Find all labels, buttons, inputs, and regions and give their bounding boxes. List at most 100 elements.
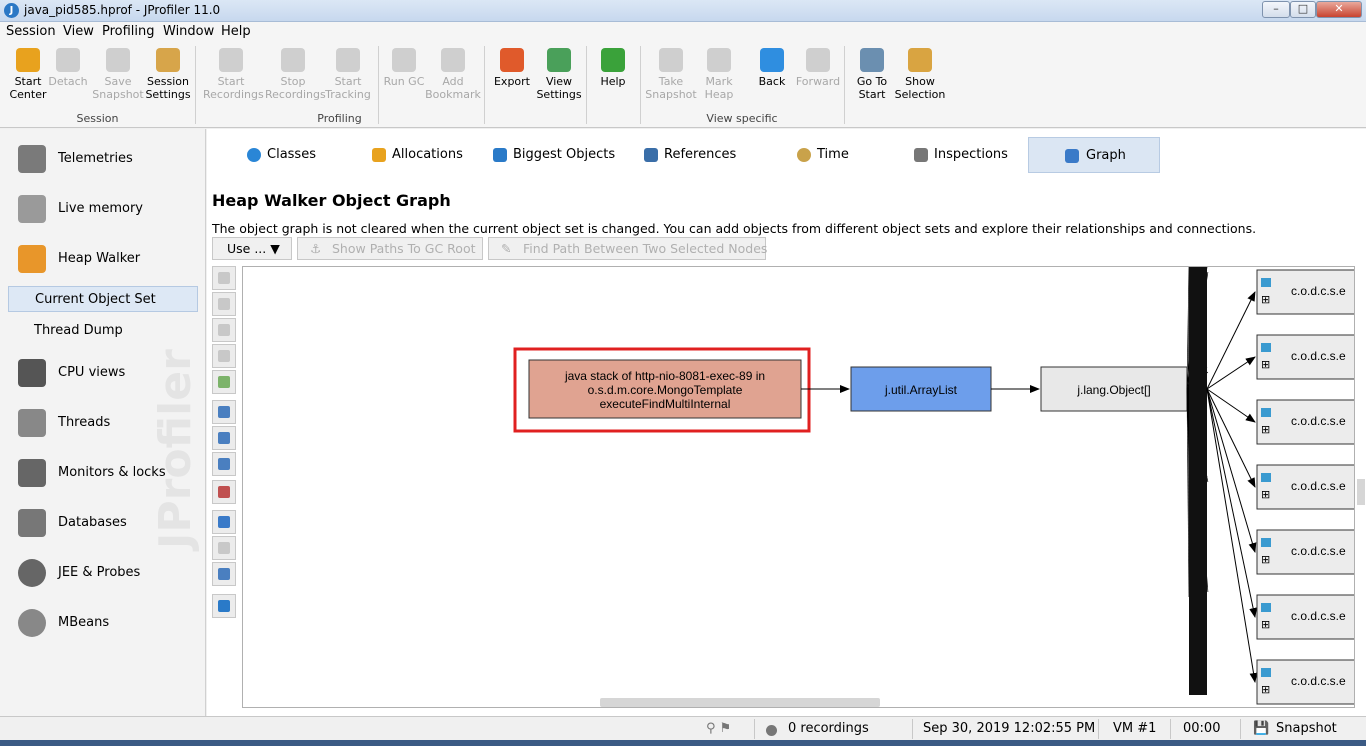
- mark-heap-button[interactable]: Mark Heap: [691, 46, 747, 108]
- save-snapshot-button[interactable]: Save Snapshot: [90, 46, 146, 108]
- zoom-out-tool-button[interactable]: [212, 426, 236, 450]
- redo-tool-button[interactable]: [212, 536, 236, 560]
- maximize-button[interactable]: □: [1290, 1, 1316, 18]
- sidebar-subitem-thread-dump[interactable]: Thread Dump: [8, 318, 198, 344]
- toolbar-label: View: [545, 75, 573, 88]
- layout-tool-button[interactable]: [212, 344, 236, 368]
- find-path-button[interactable]: ✎ Find Path Between Two Selected Nodes: [488, 237, 767, 260]
- sidebar-item-jee-probes[interactable]: JEE & Probes: [0, 555, 206, 591]
- toolbar-label: Recordings: [203, 88, 264, 101]
- sidebar-item-databases[interactable]: Databases: [0, 505, 206, 541]
- elapsed-time: 00:00: [1183, 721, 1221, 736]
- sidebar-item-mbeans[interactable]: MBeans: [0, 605, 206, 641]
- arraylist-node[interactable]: j.util.ArrayList: [850, 366, 992, 412]
- sidebar-item-label: Databases: [58, 515, 127, 530]
- sidebar-item-live-memory[interactable]: Live memory: [0, 191, 206, 227]
- horizontal-scrollbar[interactable]: [600, 698, 880, 707]
- add-node-tool-button[interactable]: [212, 266, 236, 290]
- tab-inspections[interactable]: Inspections: [914, 137, 1034, 173]
- delete-icon: [218, 324, 230, 336]
- view-settings-icon: [547, 48, 571, 72]
- object-graph-canvas[interactable]: java stack of http-nio-8081-exec-89 in o…: [242, 266, 1355, 708]
- menu-window[interactable]: Window: [163, 24, 214, 39]
- stop-recordings-button[interactable]: Stop Recordings: [265, 46, 326, 108]
- child-node-label: c.o.d.c.s.e: [1291, 609, 1346, 623]
- expand-icon[interactable]: ⊞: [1261, 488, 1270, 501]
- sidebar-item-cpu-views[interactable]: CPU views: [0, 355, 206, 391]
- select-area-tool-button[interactable]: [212, 480, 236, 504]
- close-button[interactable]: ✕: [1316, 1, 1362, 18]
- mbeans-icon: [18, 609, 46, 637]
- expand-icon[interactable]: ⊞: [1261, 553, 1270, 566]
- expand-icon[interactable]: ⊞: [1261, 423, 1270, 436]
- add-bookmark-button[interactable]: Add Bookmark: [425, 46, 481, 108]
- main-panel: Classes Allocations Biggest Objects Referen…: [207, 129, 1366, 716]
- expand-icon[interactable]: ⊞: [1261, 293, 1270, 306]
- show-paths-gc-root-button[interactable]: ⚓ Show Paths To GC Root: [297, 237, 483, 260]
- menu-view[interactable]: View: [63, 24, 94, 39]
- object-array-node-label: j.lang.Object[]: [1076, 383, 1150, 397]
- graph-icon: [1065, 149, 1079, 163]
- sidebar-item-threads[interactable]: Threads: [0, 405, 206, 441]
- sidebar-item-telemetries[interactable]: Telemetries: [0, 141, 206, 177]
- time-icon: [797, 148, 811, 162]
- sidebar-subitem-current-object-set[interactable]: Current Object Set: [8, 286, 198, 312]
- expand-icon[interactable]: ⊞: [1261, 683, 1270, 696]
- export-graph-tool-button[interactable]: [212, 594, 236, 618]
- find-tool-button[interactable]: [212, 562, 236, 586]
- zoom-in-icon: [218, 406, 230, 418]
- tab-graph[interactable]: Graph: [1028, 137, 1160, 173]
- tab-classes[interactable]: Classes: [247, 137, 367, 173]
- clear-tool-button[interactable]: [212, 370, 236, 394]
- menu-session[interactable]: Session: [6, 24, 56, 39]
- child-node[interactable]: ⊞ c.o.d.c.s.e: [1206, 388, 1355, 445]
- detach-button[interactable]: Detach: [40, 46, 96, 108]
- reference-edge: [1206, 356, 1256, 390]
- session-settings-button[interactable]: Session Settings: [140, 46, 196, 108]
- forward-arrow-button[interactable]: Forward: [790, 46, 846, 108]
- zoom-fit-tool-button[interactable]: [212, 452, 236, 476]
- menu-help[interactable]: Help: [221, 24, 251, 39]
- sidebar-item-heap-walker[interactable]: Heap Walker: [0, 241, 206, 277]
- start-tracking-icon: [336, 48, 360, 72]
- toolbar-group-label: Profiling: [317, 112, 362, 125]
- start-recordings-button[interactable]: Start Recordings: [203, 46, 264, 108]
- os-taskbar: [0, 740, 1366, 746]
- vertical-scrollbar[interactable]: [1357, 479, 1365, 505]
- sidebar-subitem-label: Thread Dump: [34, 323, 123, 338]
- expand-icon[interactable]: ⊞: [1261, 618, 1270, 631]
- sidebar: JProfiler Telemetries Live memory Heap Wal…: [0, 129, 206, 716]
- sidebar-item-monitors-locks[interactable]: Monitors & locks: [0, 455, 206, 491]
- toolbar-label: Snapshot: [92, 88, 144, 101]
- help-button[interactable]: Help: [585, 46, 641, 108]
- start-tracking-button[interactable]: Start Tracking: [320, 46, 376, 108]
- tab-biggest-objects[interactable]: Biggest Objects: [493, 137, 615, 173]
- zoom-in-tool-button[interactable]: [212, 400, 236, 424]
- run-gc-button[interactable]: Run GC: [376, 46, 432, 108]
- minimize-button[interactable]: –: [1262, 1, 1290, 18]
- use-dropdown-button[interactable]: Use ... ▼: [212, 237, 292, 260]
- tab-allocations[interactable]: Allocations: [372, 137, 492, 173]
- root-node[interactable]: java stack of http-nio-8081-exec-89 in o…: [528, 359, 802, 419]
- child-node-label: c.o.d.c.s.e: [1291, 479, 1346, 493]
- tab-references[interactable]: References: [644, 137, 764, 173]
- undo-icon: [218, 516, 230, 528]
- sidebar-subitem-label: Current Object Set: [35, 292, 156, 307]
- tab-label: Inspections: [934, 147, 1008, 162]
- sidebar-item-label: CPU views: [58, 365, 126, 380]
- view-settings-button[interactable]: View Settings: [531, 46, 587, 108]
- detach-icon: [56, 48, 80, 72]
- undo-tool-button[interactable]: [212, 510, 236, 534]
- menu-profiling[interactable]: Profiling: [102, 24, 155, 39]
- reference-edge: [1206, 388, 1258, 683]
- back-arrow-icon: [760, 48, 784, 72]
- root-node-line2: o.s.d.m.core.MongoTemplate: [588, 383, 743, 397]
- pin-icon[interactable]: ⚲ ⚑: [706, 721, 731, 736]
- graph-tool-strip: [212, 266, 238, 626]
- show-selection-button[interactable]: Show Selection: [892, 46, 948, 108]
- expand-icon[interactable]: ⊞: [1261, 358, 1270, 371]
- collapse-tool-button[interactable]: [212, 292, 236, 316]
- tab-time[interactable]: Time: [797, 137, 917, 173]
- delete-tool-button[interactable]: [212, 318, 236, 342]
- object-array-node[interactable]: j.lang.Object[]: [1040, 366, 1188, 412]
